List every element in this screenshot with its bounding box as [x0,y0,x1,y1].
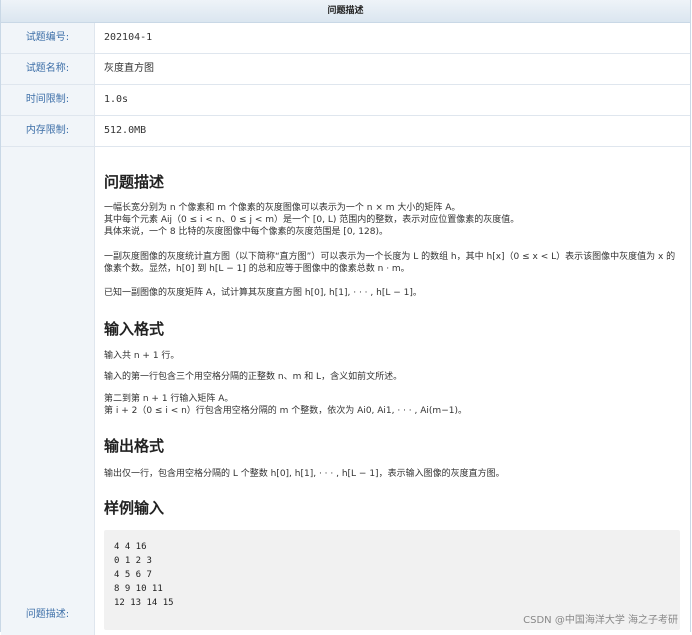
description-row: 问题描述: 问题描述 一幅长宽分别为 n 个像素和 m 个像素的灰度图像可以表示… [1,147,690,635]
description-label-text: 问题描述: [25,609,70,620]
info-value: 灰度直方图 [104,63,154,74]
problem-paragraph: 已知一副图像的灰度矩阵 A，试计算其灰度直方图 h[0], h[1], · · … [104,288,422,298]
info-row-name: 试题名称: 灰度直方图 [1,54,690,85]
problem-paragraph: 一幅长宽分别为 n 个像素和 m 个像素的灰度图像可以表示为一个 n × m 大… [104,203,461,213]
watermark: CSDN @中国海洋大学 海之子考研 [523,615,678,626]
input-paragraph: 第 i + 2（0 ≤ i < n）行包含用空格分隔的 m 个整数，依次为 Ai… [104,406,467,416]
input-paragraph: 第二到第 n + 1 行输入矩阵 A。 [104,394,234,404]
info-label: 内存限制: [1,116,95,146]
info-value: 512.0MB [104,125,147,136]
sample-line: 4 5 6 7 [114,570,152,580]
info-row-memory: 内存限制: 512.0MB [1,116,690,147]
info-label: 时间限制: [1,85,95,115]
problem-panel: 问题描述 试题编号: 202104-1 试题名称: 灰度直方图 时间限制: 1.… [0,0,691,635]
section-title-problem: 问题描述 [104,173,165,191]
output-paragraph: 输出仅一行，包含用空格分隔的 L 个整数 h[0], h[1], · · · ,… [104,469,505,479]
sample-line: 8 9 10 11 [114,584,163,594]
info-value: 1.0s [104,94,129,105]
panel-header: 问题描述 [1,0,690,23]
description-label: 问题描述: [1,147,95,635]
info-row-id: 试题编号: 202104-1 [1,23,690,54]
problem-paragraph: 其中每个元素 Aij（0 ≤ i < n、0 ≤ j < m）是一个 [0, L… [104,215,520,225]
description-content: 问题描述 一幅长宽分别为 n 个像素和 m 个像素的灰度图像可以表示为一个 n … [95,147,690,635]
info-label: 试题编号: [1,23,95,53]
info-value: 202104-1 [104,32,153,43]
sample-line: 4 4 16 [114,542,147,552]
section-title-input: 输入格式 [104,320,165,338]
section-title-sample: 样例输入 [104,499,165,517]
section-title-output: 输出格式 [104,437,165,455]
problem-paragraph: 具体来说，一个 8 比特的灰度图像中每个像素的灰度范围是 [0, 128)。 [104,227,388,237]
input-paragraph: 输入共 n + 1 行。 [104,351,180,361]
sample-line: 12 13 14 15 [114,598,174,608]
input-paragraph: 输入的第一行包含三个用空格分隔的正整数 n、m 和 L，含义如前文所述。 [104,372,403,382]
info-row-time: 时间限制: 1.0s [1,85,690,116]
problem-paragraph: 一副灰度图像的灰度统计直方图（以下简称“直方图”）可以表示为一个长度为 L 的数… [104,252,676,274]
info-label: 试题名称: [1,54,95,84]
sample-line: 0 1 2 3 [114,556,152,566]
